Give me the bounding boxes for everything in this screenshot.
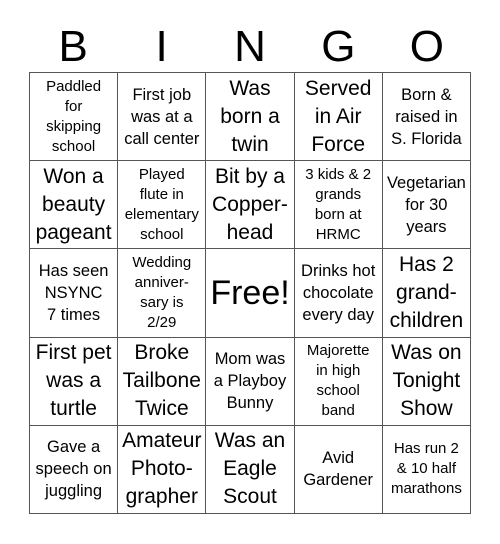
bingo-cell[interactable]: Majorette in high school band <box>294 337 383 426</box>
bingo-cell[interactable]: First job was at a call center <box>118 73 207 162</box>
header-letter-g: G <box>321 22 356 71</box>
bingo-cell[interactable]: Served in Air Force <box>294 73 383 162</box>
header-letter-b: B <box>58 22 88 71</box>
bingo-cell[interactable]: Broke Tailbone Twice <box>118 337 207 426</box>
bingo-cell[interactable]: Has 2 grand- children <box>382 249 471 338</box>
bingo-cell[interactable]: Was an Eagle Scout <box>206 425 295 514</box>
header-letter-i: I <box>155 22 168 71</box>
bingo-cell[interactable]: Played flute in elementary school <box>118 161 207 250</box>
bingo-cell[interactable]: Gave a speech on juggling <box>30 425 119 514</box>
bingo-grid: Paddled for skipping school First job wa… <box>29 72 471 514</box>
bingo-cell[interactable]: First pet was a turtle <box>30 337 119 426</box>
free-space[interactable]: Free! <box>206 249 295 338</box>
bingo-cell[interactable]: Paddled for skipping school <box>30 73 119 162</box>
bingo-cell[interactable]: Wedding anniver- sary is 2/29 <box>118 249 207 338</box>
bingo-cell[interactable]: Amateur Photo- grapher <box>118 425 207 514</box>
bingo-cell[interactable]: Born & raised in S. Florida <box>382 73 471 162</box>
bingo-cell[interactable]: 3 kids & 2 grands born at HRMC <box>294 161 383 250</box>
bingo-cell[interactable]: Mom was a Playboy Bunny <box>206 337 295 426</box>
header-letter-n: N <box>234 22 266 71</box>
bingo-cell[interactable]: Has run 2 & 10 half marathons <box>382 425 471 514</box>
bingo-cell[interactable]: Bit by a Copper- head <box>206 161 295 250</box>
bingo-cell[interactable]: Has seen NSYNC 7 times <box>30 249 119 338</box>
bingo-cell[interactable]: Won a beauty pageant <box>30 161 119 250</box>
bingo-cell[interactable]: Drinks hot chocolate every day <box>294 249 383 338</box>
bingo-cell[interactable]: Vegetarian for 30 years <box>382 161 471 250</box>
bingo-header: B I N G O <box>29 22 471 72</box>
bingo-cell[interactable]: Avid Gardener <box>294 425 383 514</box>
header-letter-o: O <box>409 22 444 71</box>
bingo-cell[interactable]: Was on Tonight Show <box>382 337 471 426</box>
bingo-cell[interactable]: Was born a twin <box>206 73 295 162</box>
